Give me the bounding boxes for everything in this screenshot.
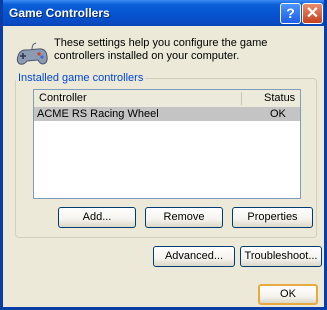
close-button[interactable]: ✕ [302, 3, 323, 24]
remove-button[interactable]: Remove [145, 207, 223, 228]
game-controller-icon [16, 42, 48, 65]
title-bar[interactable]: Game Controllers ? ✕ [3, 0, 324, 26]
column-header-controller[interactable]: Controller [39, 92, 87, 104]
add-button[interactable]: Add... [58, 207, 136, 228]
help-button[interactable]: ? [280, 3, 301, 24]
group-label: Installed game controllers [16, 72, 146, 84]
list-header: Controller Status [34, 90, 300, 108]
controller-name: ACME RS Racing Wheel [37, 108, 159, 120]
properties-button[interactable]: Properties [232, 207, 313, 228]
column-separator[interactable] [241, 92, 242, 105]
table-row[interactable]: ACME RS Racing Wheel OK [34, 107, 300, 121]
window-title: Game Controllers [9, 6, 110, 20]
controller-status: OK [270, 108, 286, 120]
controllers-list[interactable]: Controller Status ACME RS Racing Wheel O… [33, 89, 301, 199]
troubleshoot-button[interactable]: Troubleshoot... [240, 246, 322, 267]
info-text: These settings help you configure the ga… [54, 37, 268, 62]
advanced-button[interactable]: Advanced... [153, 246, 235, 267]
column-header-status[interactable]: Status [264, 92, 295, 104]
ok-button[interactable]: OK [258, 284, 318, 305]
